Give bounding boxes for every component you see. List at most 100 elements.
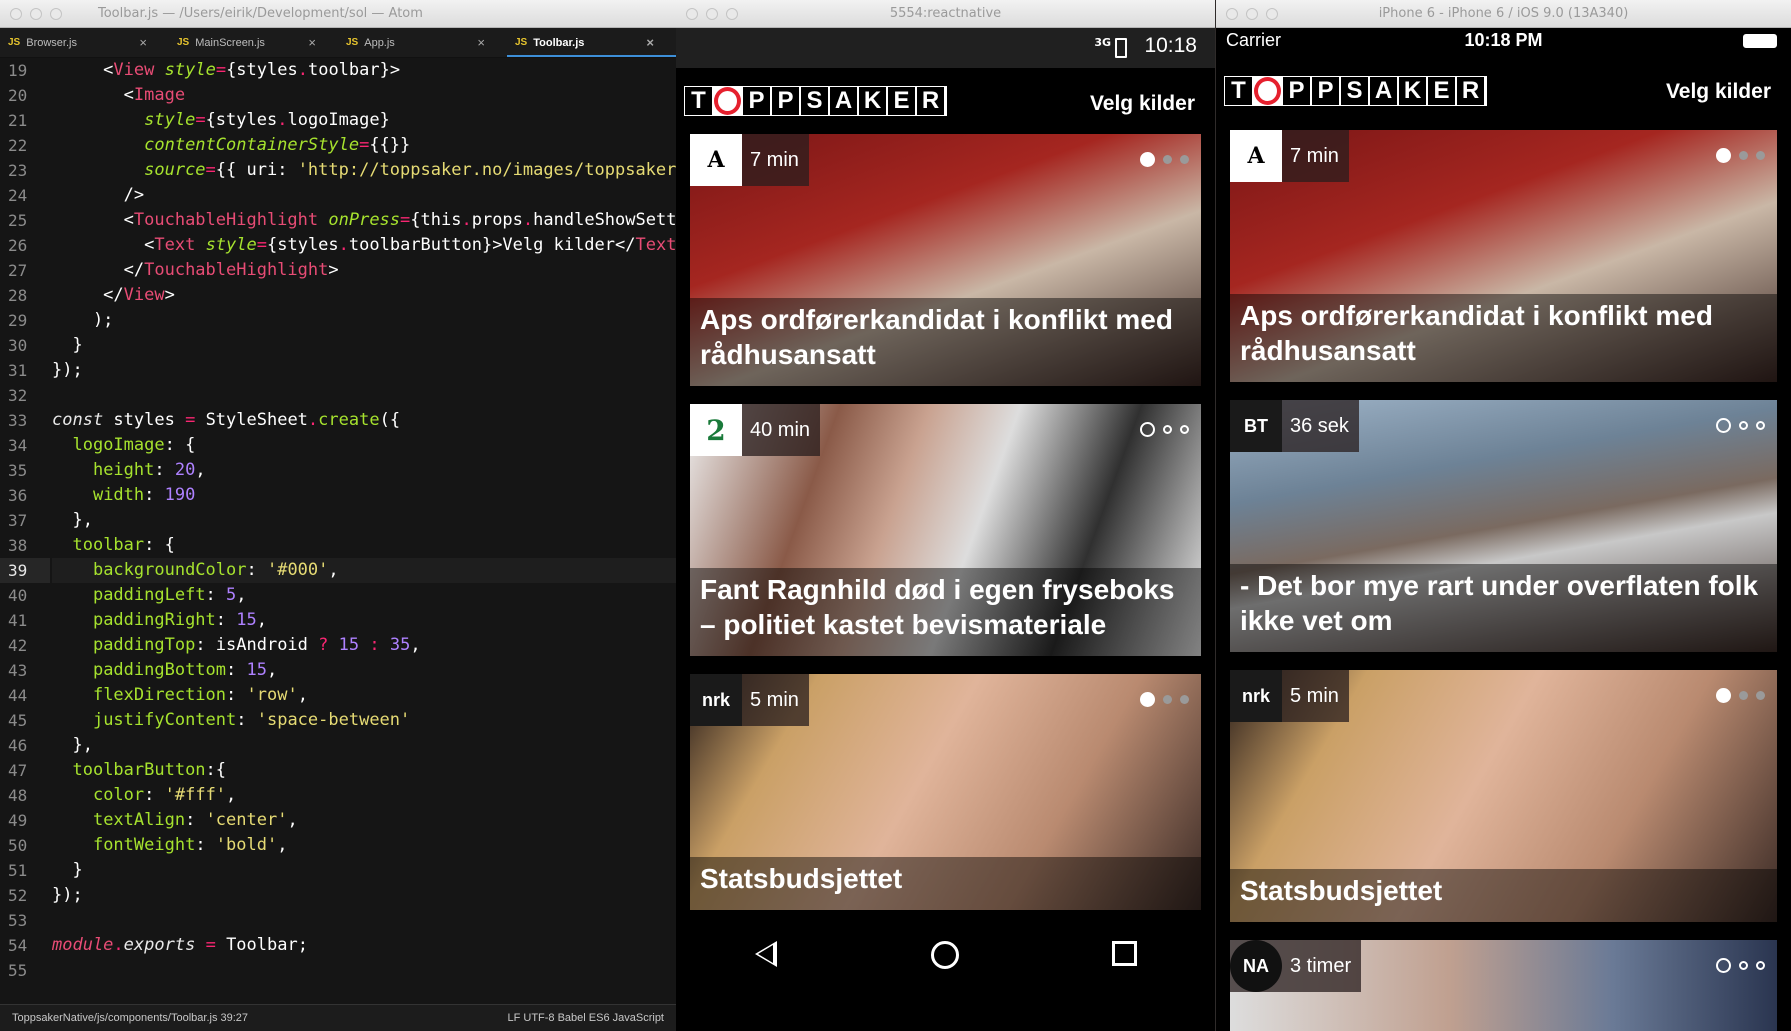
page-dot[interactable] <box>1180 155 1189 164</box>
page-dot-active[interactable] <box>1140 152 1155 167</box>
logo-letter: A <box>830 87 857 115</box>
code-line: paddingTop: isAndroid ? 15 : 35, <box>92 635 421 655</box>
carousel-dots[interactable] <box>1716 418 1765 433</box>
news-card[interactable]: nrk 5 min Statsbudsjettet <box>690 674 1201 910</box>
close-window-button[interactable] <box>10 8 22 20</box>
page-dot[interactable] <box>1739 691 1748 700</box>
close-tab-icon[interactable]: × <box>308 35 316 50</box>
time-ago: 5 min <box>750 688 799 711</box>
page-dot[interactable] <box>1180 425 1189 434</box>
tab-browser-js[interactable]: JS Browser.js × <box>0 28 169 57</box>
line-number: 44 <box>8 686 28 705</box>
tab-toolbar-js[interactable]: JS Toolbar.js × <box>507 28 676 57</box>
ios-titlebar: iPhone 6 - iPhone 6 / iOS 9.0 (13A340) <box>1216 0 1791 28</box>
line-number: 51 <box>8 861 28 880</box>
page-dot-active[interactable] <box>1140 692 1155 707</box>
close-tab-icon[interactable]: × <box>139 35 147 50</box>
logo-letter: E <box>888 87 915 115</box>
status-bar: ToppsakerNative/js/components/Toolbar.js… <box>0 1004 676 1031</box>
close-window-button[interactable] <box>686 8 698 20</box>
news-card[interactable]: A 7 min Aps ordførerkandidat i konflikt m… <box>690 134 1201 386</box>
status-file-path[interactable]: ToppsakerNative/js/components/Toolbar.js… <box>12 1012 248 1024</box>
line-number: 39 <box>0 558 50 583</box>
page-dot[interactable] <box>1163 425 1172 434</box>
line-number: 29 <box>8 311 28 330</box>
aftenposten-logo-icon: A <box>1230 130 1282 182</box>
page-dot[interactable] <box>1739 421 1748 430</box>
code-line: }, <box>52 735 93 755</box>
page-dot[interactable] <box>1739 961 1748 970</box>
home-button[interactable] <box>915 941 975 969</box>
line-number: 35 <box>8 461 28 480</box>
line-number: 27 <box>8 261 28 280</box>
window-controls[interactable] <box>10 8 62 20</box>
velg-kilder-button[interactable]: Velg kilder <box>1666 80 1771 104</box>
news-card[interactable]: 2 40 min Fant Ragnhild død i egen frysebo… <box>690 404 1201 656</box>
page-dot[interactable] <box>1739 151 1748 160</box>
code-line: fontWeight: 'bold', <box>92 835 288 855</box>
line-number: 43 <box>8 661 28 680</box>
velg-kilder-button[interactable]: Velg kilder <box>1090 92 1195 116</box>
news-card[interactable]: A 7 min Aps ordførerkandidat i konflikt m… <box>1230 130 1777 382</box>
logo-letter: O <box>1254 77 1281 105</box>
zoom-window-button[interactable] <box>50 8 62 20</box>
line-number: 46 <box>8 736 28 755</box>
code-editor[interactable]: 19 20 21 22 23 24 25 26 27 28 29 30 31 32 33 34 35 36 37 38… <box>0 58 676 1004</box>
news-card[interactable]: nrk 5 min Statsbudsjettet <box>1230 670 1777 922</box>
close-tab-icon[interactable]: × <box>477 35 485 50</box>
carousel-dots[interactable] <box>1716 148 1765 163</box>
news-card[interactable]: NA 3 timer <box>1230 940 1777 1031</box>
code-line: color: '#fff', <box>92 785 237 805</box>
carousel-dots[interactable] <box>1716 958 1765 973</box>
page-dot[interactable] <box>1163 155 1172 164</box>
logo-letter: P <box>1283 77 1310 105</box>
line-number: 45 <box>8 711 28 730</box>
code-line: height: 20, <box>92 460 206 480</box>
tab-mainscreen-js[interactable]: JS MainScreen.js × <box>169 28 338 57</box>
line-number: 37 <box>8 511 28 530</box>
back-button[interactable] <box>736 941 796 967</box>
recents-button[interactable] <box>1095 941 1155 966</box>
line-number: 55 <box>8 961 28 980</box>
page-dot[interactable] <box>1756 151 1765 160</box>
source-badge: nrk 5 min <box>690 674 809 726</box>
logo-letter: P <box>1312 77 1339 105</box>
page-dot[interactable] <box>1756 421 1765 430</box>
page-dot[interactable] <box>1756 691 1765 700</box>
status-encoding-grammar[interactable]: LF UTF-8 Babel ES6 JavaScript <box>507 1005 664 1031</box>
code-line: textAlign: 'center', <box>92 810 298 830</box>
news-card[interactable]: BT 36 sek - Det bor mye rart under overfl… <box>1230 400 1777 652</box>
window-controls[interactable] <box>686 8 738 20</box>
zoom-window-button[interactable] <box>1266 8 1278 20</box>
carousel-dots[interactable] <box>1716 688 1765 703</box>
page-dot[interactable] <box>1180 695 1189 704</box>
code-line: <Text style={styles.toolbarButton}>Velg … <box>52 235 676 255</box>
time-ago: 7 min <box>1290 144 1339 167</box>
carousel-dots[interactable] <box>1140 422 1189 437</box>
page-dot-active[interactable] <box>1716 148 1731 163</box>
logo-letter: K <box>1399 77 1426 105</box>
page-dot-active[interactable] <box>1716 418 1731 433</box>
zoom-window-button[interactable] <box>726 8 738 20</box>
tab-app-js[interactable]: JS App.js × <box>338 28 507 57</box>
atom-editor-window: Toolbar.js — /Users/eirik/Development/so… <box>0 0 676 1031</box>
page-dot-active[interactable] <box>1140 422 1155 437</box>
minimize-window-button[interactable] <box>30 8 42 20</box>
close-window-button[interactable] <box>1226 8 1238 20</box>
page-dot-active[interactable] <box>1716 688 1731 703</box>
carousel-dots[interactable] <box>1140 152 1189 167</box>
carousel-dots[interactable] <box>1140 692 1189 707</box>
minimize-window-button[interactable] <box>706 8 718 20</box>
code-lines[interactable]: <View style={styles.toolbar}> <Image sty… <box>52 58 676 983</box>
page-dot[interactable] <box>1756 961 1765 970</box>
close-tab-icon[interactable]: × <box>646 35 654 50</box>
headline: - Det bor mye rart under overflaten folk… <box>1230 564 1777 652</box>
line-number: 34 <box>8 436 28 455</box>
atom-window-title: Toolbar.js — /Users/eirik/Development/so… <box>98 6 423 21</box>
page-dot-active[interactable] <box>1716 958 1731 973</box>
code-line: source={{ uri: 'http://toppsaker.no/imag… <box>144 160 676 180</box>
minimize-window-button[interactable] <box>1246 8 1258 20</box>
window-controls[interactable] <box>1226 8 1278 20</box>
page-dot[interactable] <box>1163 695 1172 704</box>
